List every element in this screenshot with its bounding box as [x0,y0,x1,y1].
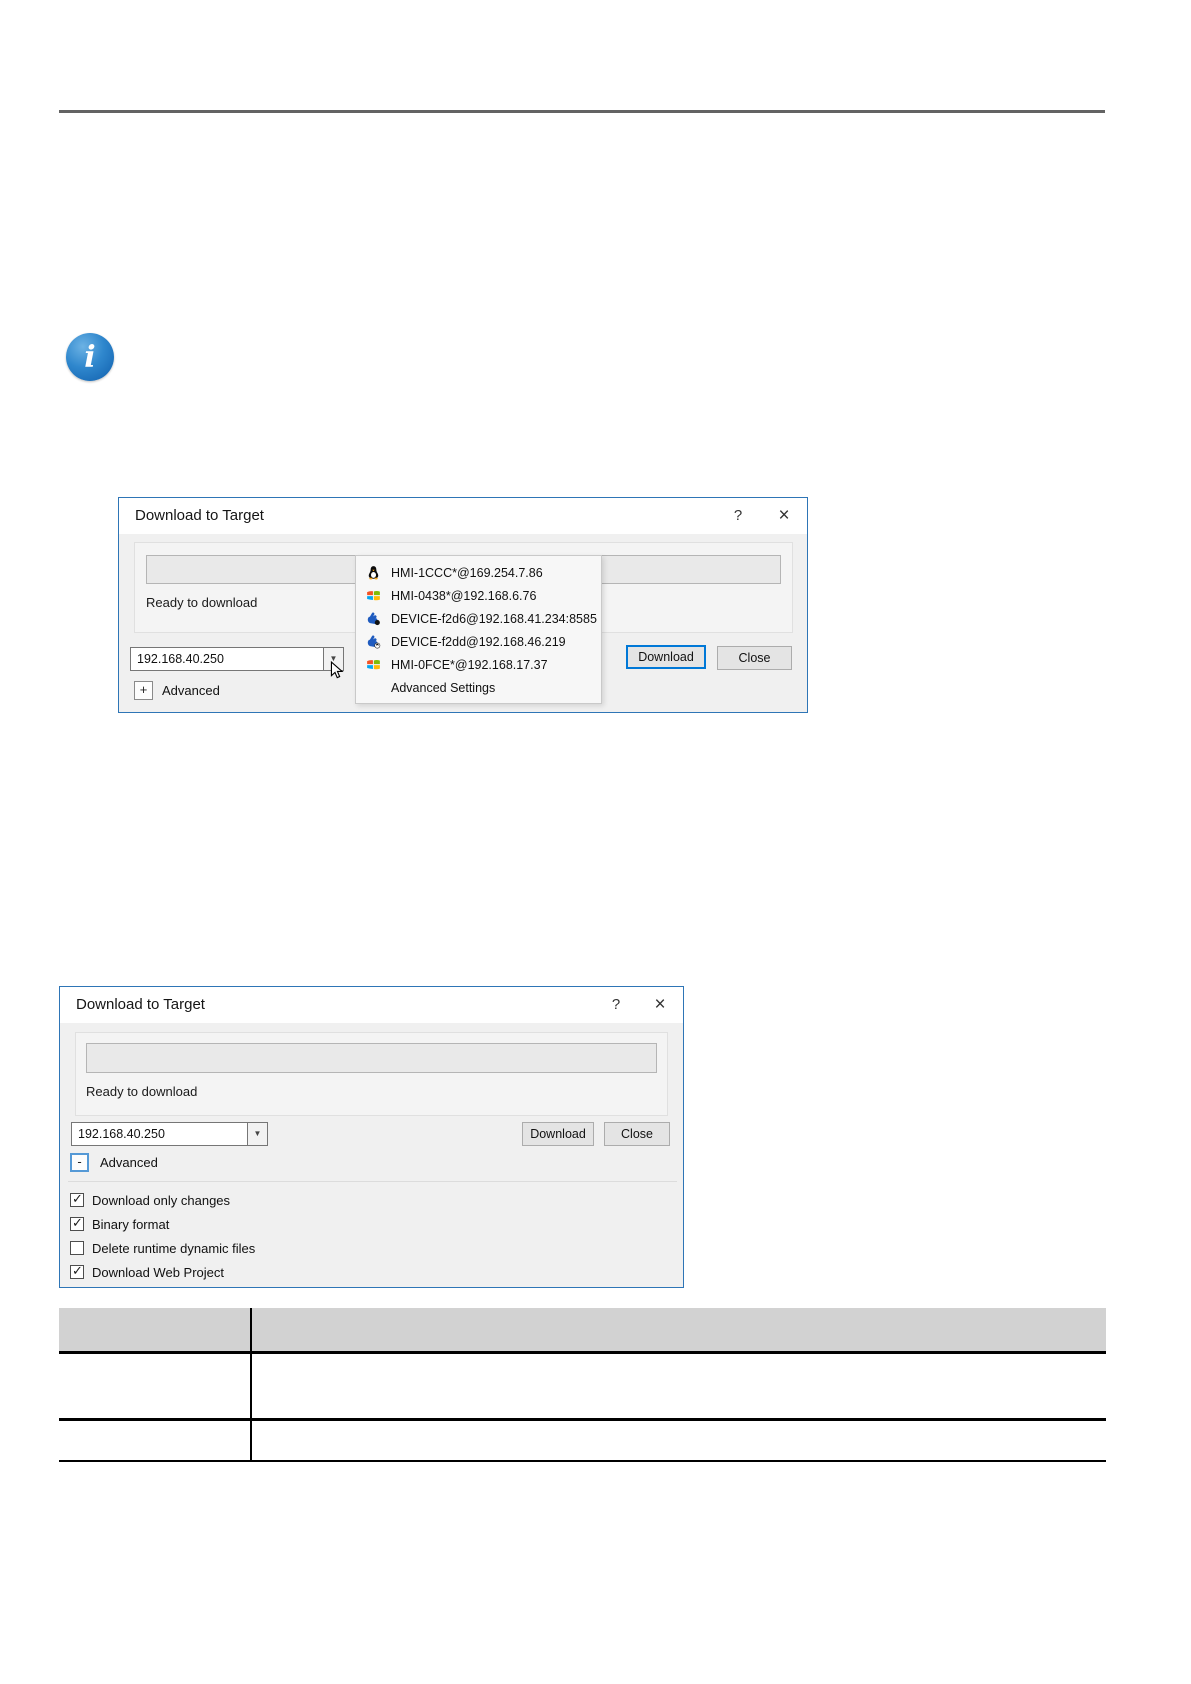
target-address-combobox[interactable] [130,647,324,671]
dialog-titlebar[interactable]: Download to Target ? × [119,498,807,534]
checkbox-download-web-project[interactable]: ✓ Download Web Project [70,1263,224,1280]
table-row [59,1354,1106,1418]
device-label: HMI-0438*@192.168.6.76 [391,588,537,603]
manual-page: i Download to Target ? × Ready to downlo… [0,0,1191,1684]
checkbox[interactable]: ✓ [70,1241,84,1255]
checkbox-label: Delete runtime dynamic files [92,1240,256,1256]
target-address-combobox[interactable] [71,1122,248,1146]
checkbox-delete-runtime-dynamic-files[interactable]: ✓ Delete runtime dynamic files [70,1240,255,1256]
close-button[interactable]: Close [604,1122,670,1146]
device-hand-dark-icon [366,611,381,626]
target-address-input[interactable] [72,1123,247,1145]
checkbox-label: Download only changes [92,1192,231,1208]
info-icon: i [66,333,114,381]
table-column-divider [250,1308,252,1460]
checkbox-label: Download Web Project [92,1264,224,1280]
close-icon[interactable]: × [771,498,797,534]
device-hand-tux-icon [366,634,381,649]
linux-tux-icon [366,565,381,580]
help-button[interactable]: ? [603,987,629,1023]
close-button[interactable]: Close [717,646,792,670]
download-to-target-dialog-2: Download to Target ? × Ready to download… [59,986,684,1288]
help-button[interactable]: ? [725,498,751,534]
checkbox-label: Binary format [92,1216,170,1232]
download-button[interactable]: Download [626,645,706,669]
device-dropdown-list: HMI-1CCC*@169.254.7.86 HMI-0438*@192.168… [355,555,602,704]
status-text: Ready to download [86,1084,198,1099]
progress-bar [86,1043,657,1073]
dialog-title: Download to Target [76,996,205,1013]
info-icon-glyph: i [84,339,96,375]
horizontal-rule [59,110,1105,113]
table-row [59,1421,1106,1460]
chevron-down-icon[interactable]: ▼ [247,1122,268,1146]
device-label: DEVICE-f2d6@192.168.41.234:8585 [391,611,597,626]
table-header-row [59,1308,1106,1351]
download-to-target-dialog-1: Download to Target ? × Ready to download… [118,497,808,713]
table-rule [59,1460,1106,1462]
target-address-input[interactable] [131,648,323,670]
device-list-item[interactable]: HMI-0FCE*@192.168.17.37 [356,653,601,676]
dialog-title: Download to Target [135,507,264,524]
check-mark-icon: ✓ [72,1263,83,1278]
checkbox[interactable]: ✓ [70,1215,84,1231]
check-mark-icon: ✓ [72,1215,83,1230]
device-label: Advanced Settings [391,680,496,695]
checkbox[interactable]: ✓ [70,1263,84,1279]
checkbox-binary-format[interactable]: ✓ Binary format [70,1215,170,1232]
status-groupbox: Ready to download [75,1032,668,1116]
chevron-down-icon[interactable]: ▼ [323,647,344,671]
checkbox[interactable]: ✓ [70,1191,84,1207]
windows-logo-icon [366,588,381,603]
advanced-toggle-button[interactable]: - [70,1153,89,1172]
advanced-toggle-button[interactable]: + [134,681,153,700]
divider [68,1181,677,1182]
device-list-item[interactable]: HMI-1CCC*@169.254.7.86 [356,561,601,584]
device-label: DEVICE-f2dd@192.168.46.219 [391,634,566,649]
advanced-label: Advanced [100,1155,158,1170]
download-button[interactable]: Download [522,1122,594,1146]
device-list-item[interactable]: DEVICE-f2dd@192.168.46.219 [356,630,601,653]
close-icon[interactable]: × [647,987,673,1023]
advanced-label: Advanced [162,683,220,698]
reference-table [59,1308,1106,1462]
device-label: HMI-1CCC*@169.254.7.86 [391,565,543,580]
check-mark-icon: ✓ [72,1191,83,1206]
checkbox-download-only-changes[interactable]: ✓ Download only changes [70,1191,231,1208]
status-text: Ready to download [146,595,258,610]
device-list-item[interactable]: DEVICE-f2d6@192.168.41.234:8585 [356,607,601,630]
windows-logo-icon [366,657,381,672]
advanced-settings-item[interactable]: Advanced Settings [356,676,601,699]
dialog-titlebar[interactable]: Download to Target ? × [60,987,683,1023]
empty-icon-spacer [366,680,381,695]
device-label: HMI-0FCE*@192.168.17.37 [391,657,548,672]
device-list-item[interactable]: HMI-0438*@192.168.6.76 [356,584,601,607]
